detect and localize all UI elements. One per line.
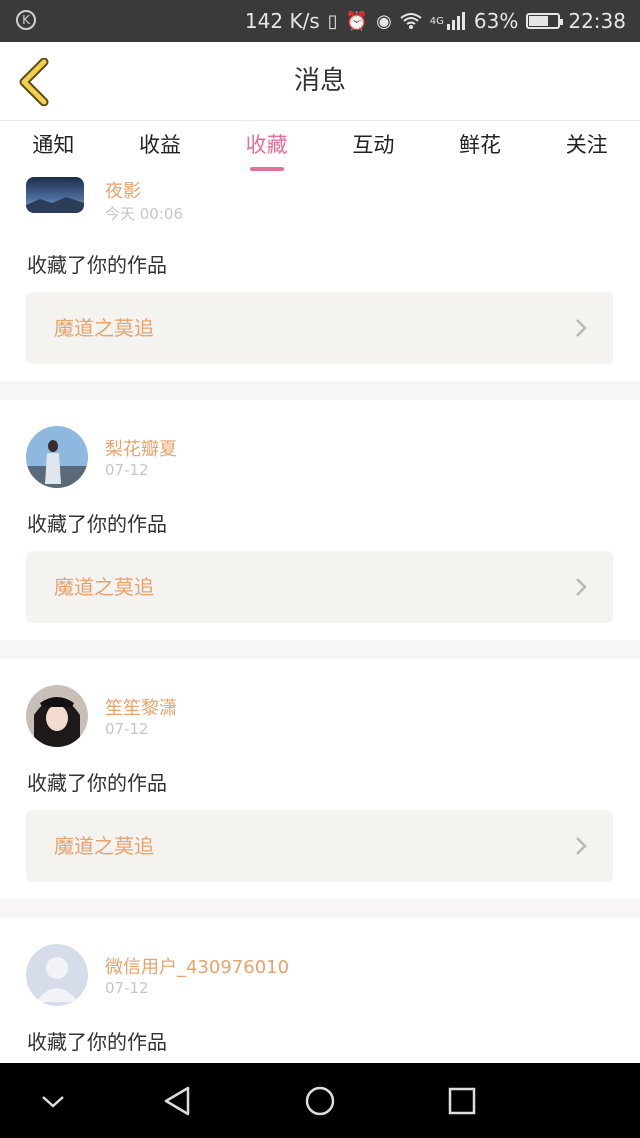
message-action: 收藏了你的作品	[27, 1030, 167, 1054]
message-card: 梨花瓣夏 07-12 收藏了你的作品 魔道之莫追	[0, 400, 640, 640]
user-avatar[interactable]	[26, 685, 88, 747]
alarm-icon: ⏰	[345, 10, 369, 32]
message-card: 微信用户_430976010 07-12 收藏了你的作品	[0, 918, 640, 1063]
recents-square-icon[interactable]	[442, 1081, 482, 1121]
tab-favorites[interactable]: 收藏	[213, 121, 320, 173]
message-time: 今天 00:06	[105, 205, 183, 223]
chevron-right-icon	[576, 837, 587, 855]
tab-notifications[interactable]: 通知	[0, 121, 107, 173]
clock: 22:38	[568, 9, 626, 33]
back-triangle-icon[interactable]	[158, 1081, 198, 1121]
page-title: 消息	[293, 66, 346, 96]
tab-bar: 通知 收益 收藏 互动 鲜花 关注	[0, 121, 640, 173]
tab-flowers[interactable]: 鲜花	[427, 121, 534, 173]
work-link[interactable]: 魔道之莫追	[26, 551, 613, 623]
chevron-right-icon	[576, 319, 587, 337]
work-title: 魔道之莫追	[54, 316, 154, 340]
username[interactable]: 笙笙黎潇	[105, 694, 177, 720]
work-title: 魔道之莫追	[54, 834, 154, 858]
work-link[interactable]: 魔道之莫追	[26, 810, 613, 882]
work-title: 魔道之莫追	[54, 575, 154, 599]
user-avatar-default[interactable]	[26, 944, 88, 1006]
vibrate-icon: ▯	[327, 10, 338, 32]
battery-percent: 63%	[473, 9, 519, 33]
wifi-icon	[400, 13, 422, 29]
tab-following[interactable]: 关注	[533, 121, 640, 173]
tab-interactions[interactable]: 互动	[320, 121, 427, 173]
signal-icon	[446, 12, 465, 30]
message-time: 07-12	[105, 979, 149, 997]
status-bar: K 142 K/s ▯ ⏰ ◉ 4G 63% 22:38	[0, 0, 640, 42]
user-avatar[interactable]	[26, 426, 88, 488]
home-circle-icon[interactable]	[300, 1081, 340, 1121]
user-avatar[interactable]	[26, 177, 84, 213]
username[interactable]: 微信用户_430976010	[105, 953, 289, 979]
chevron-right-icon	[576, 578, 587, 596]
message-time: 07-12	[105, 720, 149, 738]
username[interactable]: 夜影	[105, 177, 141, 203]
status-bar-right: 142 K/s ▯ ⏰ ◉ 4G 63% 22:38	[245, 0, 626, 42]
message-card: 笙笙黎潇 07-12 收藏了你的作品 魔道之莫追	[0, 659, 640, 899]
battery-icon	[526, 13, 564, 29]
username[interactable]: 梨花瓣夏	[105, 435, 177, 461]
system-nav-bar	[0, 1063, 640, 1138]
message-action: 收藏了你的作品	[27, 512, 167, 536]
message-time: 07-12	[105, 461, 149, 479]
message-card: 夜影 今天 00:06 收藏了你的作品 魔道之莫追	[0, 173, 640, 381]
network-type: 4G	[429, 15, 444, 27]
work-link[interactable]: 魔道之莫追	[26, 292, 613, 364]
header: 消息	[0, 42, 640, 121]
app-notification-icon: K	[16, 10, 36, 30]
network-speed: 142 K/s	[244, 9, 320, 33]
tab-earnings[interactable]: 收益	[107, 121, 214, 173]
message-action: 收藏了你的作品	[27, 771, 167, 795]
chevron-down-icon[interactable]	[33, 1081, 73, 1121]
message-action: 收藏了你的作品	[27, 253, 167, 277]
eye-icon: ◉	[376, 10, 392, 32]
message-list[interactable]: 夜影 今天 00:06 收藏了你的作品 魔道之莫追 梨花瓣夏 07-12 收藏了…	[0, 173, 640, 1063]
